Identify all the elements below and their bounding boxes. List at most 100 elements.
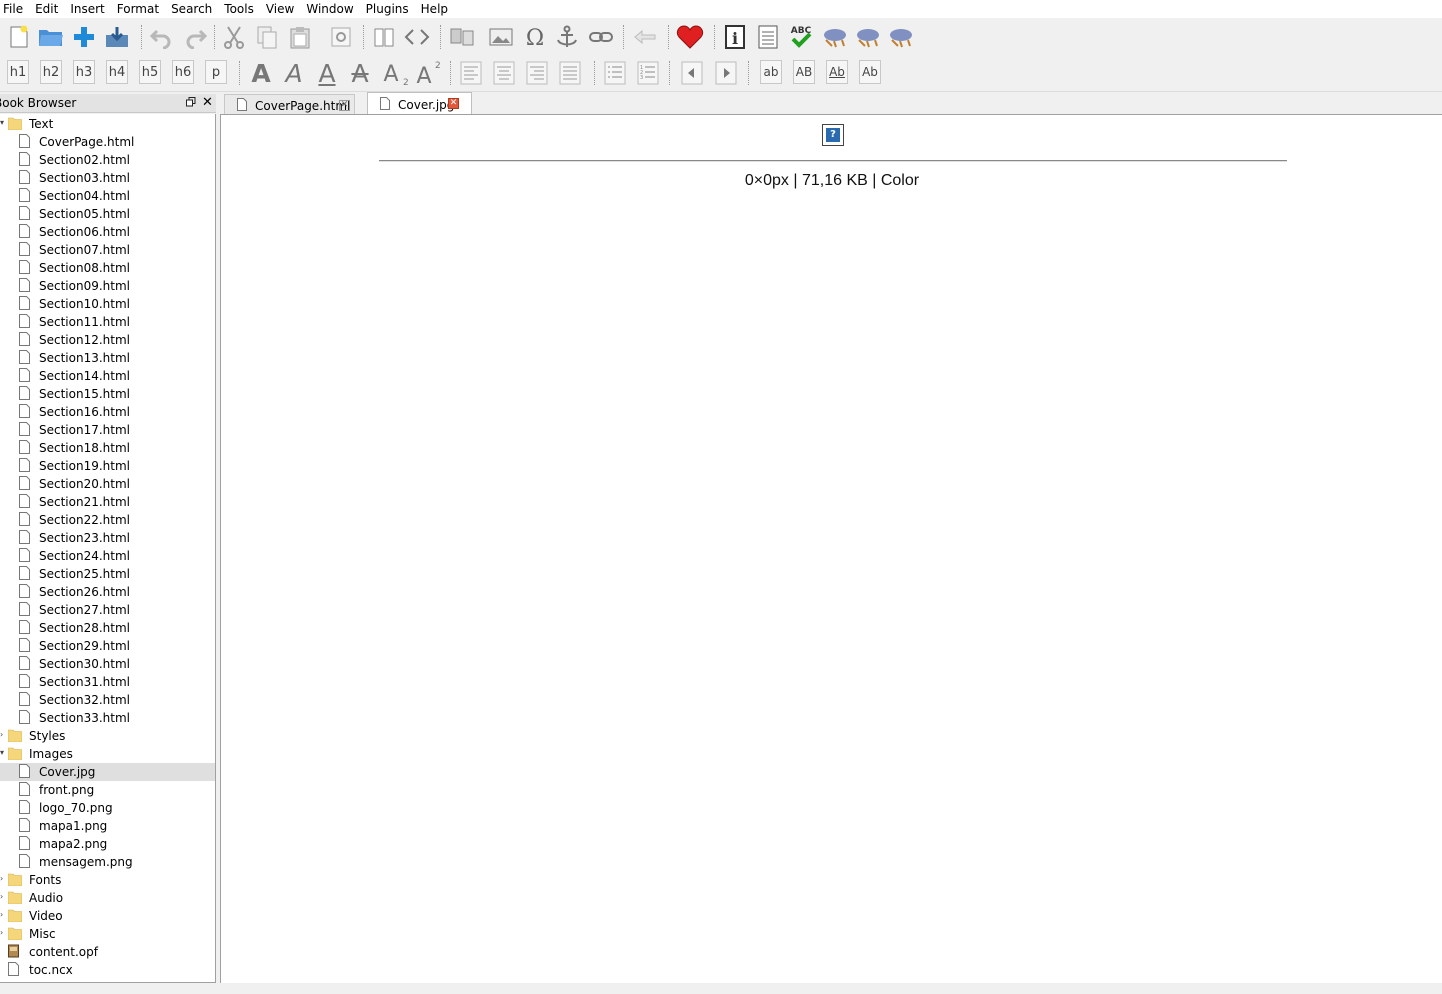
- expand-arrow-icon[interactable]: ›: [0, 874, 3, 883]
- menu-plugins[interactable]: Plugins: [363, 0, 416, 18]
- back-arrow-icon[interactable]: [631, 23, 659, 51]
- italic-icon[interactable]: A: [280, 57, 308, 89]
- file-item[interactable]: Section26.html: [0, 583, 215, 601]
- align-right-icon[interactable]: [523, 59, 551, 87]
- file-item[interactable]: Section24.html: [0, 547, 215, 565]
- open-folder-icon[interactable]: [37, 23, 65, 51]
- menu-search[interactable]: Search: [168, 0, 219, 18]
- expand-arrow-icon[interactable]: ›: [0, 892, 3, 901]
- file-item[interactable]: Section25.html: [0, 565, 215, 583]
- plugin-3-icon[interactable]: [887, 23, 915, 51]
- table-of-contents-icon[interactable]: [754, 23, 782, 51]
- collapse-arrow-icon[interactable]: ▾: [0, 748, 4, 757]
- file-item[interactable]: Section14.html: [0, 367, 215, 385]
- align-justify-icon[interactable]: [556, 59, 584, 87]
- cut-icon[interactable]: [220, 23, 248, 51]
- align-left-icon[interactable]: [457, 59, 485, 87]
- file-item[interactable]: Section07.html: [0, 241, 215, 259]
- file-item[interactable]: Section32.html: [0, 691, 215, 709]
- plugin-1-icon[interactable]: [821, 23, 849, 51]
- file-item[interactable]: Section16.html: [0, 403, 215, 421]
- file-item[interactable]: Section29.html: [0, 637, 215, 655]
- folder-audio[interactable]: › Audio: [0, 889, 215, 907]
- file-item[interactable]: Section30.html: [0, 655, 215, 673]
- menu-window[interactable]: Window: [303, 0, 360, 18]
- book-view-icon[interactable]: [370, 23, 398, 51]
- file-item[interactable]: CoverPage.html: [0, 133, 215, 151]
- file-item[interactable]: Cover.jpg: [0, 763, 215, 781]
- file-item[interactable]: Section12.html: [0, 331, 215, 349]
- file-item[interactable]: mapa1.png: [0, 817, 215, 835]
- file-item[interactable]: Section06.html: [0, 223, 215, 241]
- file-item[interactable]: Section23.html: [0, 529, 215, 547]
- redo-icon[interactable]: [182, 23, 210, 51]
- increase-indent-icon[interactable]: [712, 59, 740, 87]
- folder-images[interactable]: ▾ Images: [0, 745, 215, 763]
- menu-file[interactable]: File: [0, 0, 30, 18]
- file-item[interactable]: Section21.html: [0, 493, 215, 511]
- heading-h4-button[interactable]: h4: [106, 60, 128, 84]
- file-item[interactable]: Section08.html: [0, 259, 215, 277]
- file-item[interactable]: Section02.html: [0, 151, 215, 169]
- file-item[interactable]: front.png: [0, 781, 215, 799]
- file-item[interactable]: Section17.html: [0, 421, 215, 439]
- menu-edit[interactable]: Edit: [32, 0, 65, 18]
- subscript-icon[interactable]: A2: [380, 59, 408, 87]
- menu-tools[interactable]: Tools: [221, 0, 261, 18]
- anchor-icon[interactable]: [553, 23, 581, 51]
- lowercase-button[interactable]: ab: [760, 60, 782, 84]
- heading-h1-button[interactable]: h1: [7, 60, 29, 84]
- file-item[interactable]: Section19.html: [0, 457, 215, 475]
- split-section-icon[interactable]: [448, 23, 476, 51]
- heading-h2-button[interactable]: h2: [40, 60, 62, 84]
- add-file-icon[interactable]: [70, 23, 98, 51]
- expand-arrow-icon[interactable]: ›: [0, 928, 3, 937]
- link-icon[interactable]: [587, 23, 615, 51]
- tab-coverpage[interactable]: CoverPage.html ✕: [224, 94, 355, 115]
- file-item[interactable]: Section22.html: [0, 511, 215, 529]
- file-item[interactable]: Section31.html: [0, 673, 215, 691]
- copy-icon[interactable]: [253, 23, 281, 51]
- folder-text[interactable]: ▾ Text: [0, 115, 215, 133]
- file-item[interactable]: Section27.html: [0, 601, 215, 619]
- menu-view[interactable]: View: [263, 0, 301, 18]
- root-file-item[interactable]: content.opf: [0, 943, 215, 961]
- sentence-case-button[interactable]: Ab: [826, 60, 848, 84]
- file-item[interactable]: Section20.html: [0, 475, 215, 493]
- new-file-icon[interactable]: [5, 23, 33, 51]
- bold-icon[interactable]: A: [247, 57, 275, 89]
- float-panel-icon[interactable]: [186, 97, 196, 107]
- file-item[interactable]: Section05.html: [0, 205, 215, 223]
- menu-format[interactable]: Format: [114, 0, 166, 18]
- underline-icon[interactable]: A: [313, 57, 341, 89]
- folder-fonts[interactable]: › Fonts: [0, 871, 215, 889]
- file-item[interactable]: Section10.html: [0, 295, 215, 313]
- expand-arrow-icon[interactable]: ›: [0, 910, 3, 919]
- decrease-indent-icon[interactable]: [678, 59, 706, 87]
- donate-heart-icon[interactable]: [676, 23, 704, 51]
- insert-image-icon[interactable]: [487, 23, 515, 51]
- root-file-item[interactable]: toc.ncx: [0, 961, 215, 979]
- paragraph-button[interactable]: p: [205, 60, 227, 84]
- numbered-list-icon[interactable]: 123: [634, 59, 662, 87]
- file-item[interactable]: mensagem.png: [0, 853, 215, 871]
- preview-icon[interactable]: [327, 23, 355, 51]
- close-tab-icon[interactable]: ✕: [448, 98, 459, 109]
- heading-h3-button[interactable]: h3: [73, 60, 95, 84]
- paste-icon[interactable]: [286, 23, 314, 51]
- file-item[interactable]: Section03.html: [0, 169, 215, 187]
- heading-h5-button[interactable]: h5: [139, 60, 161, 84]
- title-case-button[interactable]: Ab: [859, 60, 881, 84]
- file-item[interactable]: Section18.html: [0, 439, 215, 457]
- folder-styles[interactable]: › Styles: [0, 727, 215, 745]
- bullet-list-icon[interactable]: [601, 59, 629, 87]
- plugin-2-icon[interactable]: [854, 23, 882, 51]
- code-view-icon[interactable]: [403, 23, 431, 51]
- close-panel-icon[interactable]: ✕: [202, 96, 213, 109]
- save-icon[interactable]: [103, 23, 131, 51]
- file-item[interactable]: logo_70.png: [0, 799, 215, 817]
- insert-special-char-icon[interactable]: Ω: [521, 23, 549, 51]
- file-item[interactable]: Section09.html: [0, 277, 215, 295]
- align-center-icon[interactable]: [490, 59, 518, 87]
- uppercase-button[interactable]: AB: [793, 60, 815, 84]
